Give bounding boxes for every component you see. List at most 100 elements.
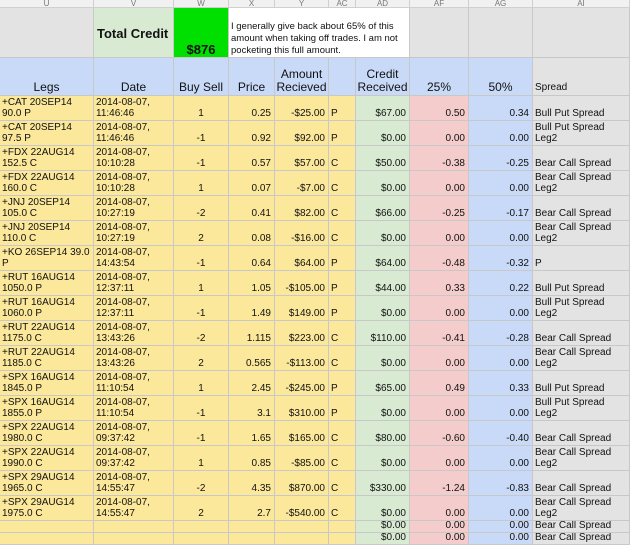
amount-cell[interactable]: -$245.00 [275,371,329,396]
credit-cell[interactable]: $0.00 [356,533,410,545]
pct25-cell[interactable]: -1.24 [410,471,469,496]
total-credit-value[interactable]: $876 [174,8,229,58]
pct25-cell[interactable]: 0.00 [410,346,469,371]
date-cell[interactable]: 2014-08-07, 12:37:11 [94,296,174,321]
date-cell[interactable]: 2014-08-07, 14:55:47 [94,496,174,521]
pct25-cell[interactable]: 0.00 [410,521,469,533]
date-cell[interactable]: 2014-08-07, 10:27:19 [94,196,174,221]
pct50-cell[interactable]: -0.25 [469,146,533,171]
leg-cell[interactable]: +JNJ 20SEP14 105.0 C [0,196,94,221]
price-cell[interactable]: 1.115 [229,321,275,346]
date-cell[interactable] [94,533,174,545]
amount-cell[interactable]: $92.00 [275,121,329,146]
credit-cell[interactable]: $80.00 [356,421,410,446]
pct25-cell[interactable]: 0.00 [410,396,469,421]
credit-cell[interactable]: $110.00 [356,321,410,346]
credit-cell[interactable]: $44.00 [356,271,410,296]
cell-blank[interactable] [0,8,94,58]
spread-cell[interactable]: Bear Call Spread [533,471,630,496]
amount-cell[interactable]: $64.00 [275,246,329,271]
pct25-cell[interactable]: -0.41 [410,321,469,346]
amount-cell[interactable]: $149.00 [275,296,329,321]
amount-cell[interactable]: $57.00 [275,146,329,171]
pct50-cell[interactable]: 0.00 [469,296,533,321]
price-cell[interactable]: 0.64 [229,246,275,271]
price-cell[interactable] [229,521,275,533]
header-25pct[interactable]: 25% [410,58,469,96]
type-cell[interactable]: P [329,371,356,396]
leg-cell[interactable]: +CAT 20SEP14 90.0 P [0,96,94,121]
price-cell[interactable] [229,533,275,545]
price-cell[interactable]: 0.07 [229,171,275,196]
pct25-cell[interactable]: 0.49 [410,371,469,396]
leg-cell[interactable]: +RUT 22AUG14 1185.0 C [0,346,94,371]
pct50-cell[interactable]: 0.00 [469,221,533,246]
leg-cell[interactable]: +RUT 16AUG14 1050.0 P [0,271,94,296]
leg-cell[interactable]: +FDX 22AUG14 160.0 C [0,171,94,196]
type-cell[interactable]: C [329,221,356,246]
leg-cell[interactable]: +SPX 16AUG14 1845.0 P [0,371,94,396]
spread-cell[interactable]: Bear Call Spread Leg2 [533,221,630,246]
pct50-cell[interactable]: 0.34 [469,96,533,121]
spread-cell[interactable]: Bear Call Spread [533,321,630,346]
spread-cell[interactable]: Bear Call Spread Leg2 [533,446,630,471]
credit-cell[interactable]: $66.00 [356,196,410,221]
pct25-cell[interactable]: 0.00 [410,296,469,321]
amount-cell[interactable]: $82.00 [275,196,329,221]
date-cell[interactable]: 2014-08-07, 10:27:19 [94,221,174,246]
date-cell[interactable]: 2014-08-07, 11:46:46 [94,121,174,146]
pct25-cell[interactable]: -0.60 [410,421,469,446]
column-header-ai[interactable]: AI [533,0,630,8]
pct50-cell[interactable]: 0.22 [469,271,533,296]
credit-cell[interactable]: $0.00 [356,496,410,521]
amount-cell[interactable]: $870.00 [275,471,329,496]
pct50-cell[interactable]: 0.00 [469,533,533,545]
column-header-w[interactable]: W [174,0,229,8]
leg-cell[interactable]: +RUT 22AUG14 1175.0 C [0,321,94,346]
leg-cell[interactable]: +SPX 29AUG14 1965.0 C [0,471,94,496]
pct25-cell[interactable]: 0.00 [410,171,469,196]
spread-cell[interactable]: Bear Call Spread Leg2 [533,346,630,371]
buy-sell-cell[interactable]: -1 [174,146,229,171]
buy-sell-cell[interactable] [174,533,229,545]
pct25-cell[interactable]: 0.33 [410,271,469,296]
header-credit[interactable]: Credit Received [356,58,410,96]
pct25-cell[interactable]: -0.25 [410,196,469,221]
pct50-cell[interactable]: -0.40 [469,421,533,446]
spread-cell[interactable]: Bear Call Spread Leg2 [533,496,630,521]
leg-cell[interactable]: +FDX 22AUG14 152.5 C [0,146,94,171]
price-cell[interactable]: 0.92 [229,121,275,146]
spread-cell[interactable]: Bear Call Spread [533,196,630,221]
buy-sell-cell[interactable]: -2 [174,471,229,496]
credit-cell[interactable]: $65.00 [356,371,410,396]
credit-cell[interactable]: $0.00 [356,346,410,371]
price-cell[interactable]: 3.1 [229,396,275,421]
date-cell[interactable]: 2014-08-07, 09:37:42 [94,421,174,446]
date-cell[interactable]: 2014-08-07, 14:43:54 [94,246,174,271]
type-cell[interactable]: P [329,246,356,271]
price-cell[interactable]: 0.57 [229,146,275,171]
leg-cell[interactable]: +KO 26SEP14 39.0 P [0,246,94,271]
spread-cell[interactable]: Bear Call Spread [533,146,630,171]
credit-cell[interactable]: $0.00 [356,221,410,246]
amount-cell[interactable] [275,521,329,533]
header-date[interactable]: Date [94,58,174,96]
date-cell[interactable]: 2014-08-07, 09:37:42 [94,446,174,471]
price-cell[interactable]: 1.65 [229,421,275,446]
date-cell[interactable]: 2014-08-07, 10:10:28 [94,171,174,196]
column-header-y[interactable]: Y [275,0,329,8]
date-cell[interactable]: 2014-08-07, 11:10:54 [94,396,174,421]
pct25-cell[interactable]: 0.50 [410,96,469,121]
date-cell[interactable]: 2014-08-07, 11:10:54 [94,371,174,396]
leg-cell[interactable]: +SPX 22AUG14 1980.0 C [0,421,94,446]
leg-cell[interactable]: +SPX 29AUG14 1975.0 C [0,496,94,521]
spread-cell[interactable]: Bear Call Spread [533,521,630,533]
amount-cell[interactable]: -$7.00 [275,171,329,196]
pct25-cell[interactable]: 0.00 [410,533,469,545]
buy-sell-cell[interactable]: 1 [174,371,229,396]
pct50-cell[interactable]: 0.00 [469,396,533,421]
buy-sell-cell[interactable]: 1 [174,271,229,296]
type-cell[interactable]: P [329,296,356,321]
pct50-cell[interactable]: 0.00 [469,346,533,371]
total-credit-label[interactable]: Total Credit [94,8,174,58]
